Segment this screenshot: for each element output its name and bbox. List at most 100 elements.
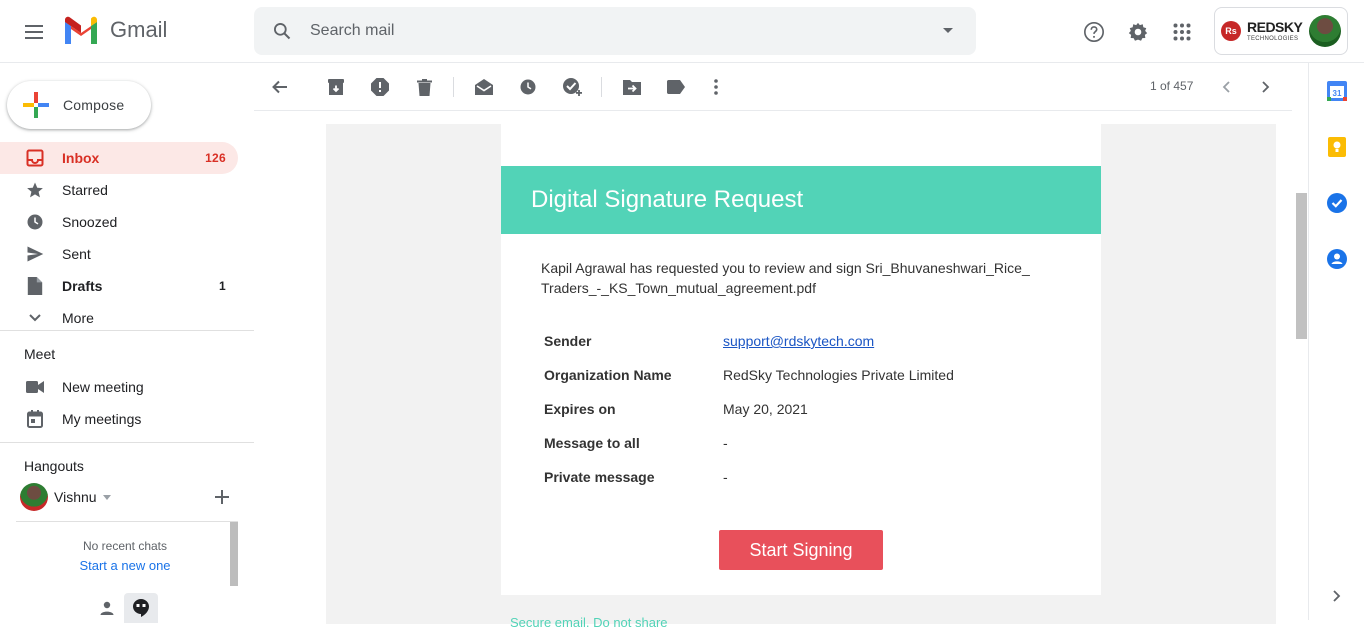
- account-switcher[interactable]: Rs REDSKY TECHNOLOGIES: [1214, 7, 1348, 55]
- sidebar-item-starred[interactable]: Starred: [0, 174, 238, 206]
- calendar-app-icon[interactable]: 31: [1327, 81, 1347, 101]
- row-label: Organization Name: [544, 367, 672, 383]
- contacts-person-icon[interactable]: [90, 593, 124, 623]
- clock-icon: [26, 213, 44, 231]
- hangouts-user-name: Vishnu: [54, 489, 97, 505]
- sidebar: Compose Inbox 126 Starred Snoozed Sent D…: [0, 63, 254, 623]
- sidebar-item-label: Drafts: [62, 278, 103, 294]
- table-row: Message to all -: [544, 426, 954, 460]
- add-to-tasks-icon[interactable]: [552, 67, 592, 107]
- gmail-logo[interactable]: Gmail: [62, 16, 167, 44]
- brand-logo-badge: Rs: [1221, 21, 1241, 41]
- gmail-m-icon: [65, 16, 97, 44]
- sidebar-item-sent[interactable]: Sent: [0, 238, 238, 270]
- brand-subtitle: TECHNOLOGIES: [1247, 36, 1299, 42]
- hangouts-chat-list: No recent chats Start a new one: [16, 521, 238, 586]
- email-intro-text: Kapil Agrawal has requested you to revie…: [541, 260, 1030, 296]
- avatar: [20, 483, 48, 511]
- side-panel: 31: [1308, 63, 1364, 620]
- older-chevron-right-icon[interactable]: [1246, 67, 1286, 107]
- sender-email-link[interactable]: support@rdskytech.com: [723, 333, 874, 349]
- avatar[interactable]: [1309, 15, 1341, 47]
- chevron-down-icon: [26, 309, 44, 327]
- expand-panel-chevron-right-icon[interactable]: [1327, 586, 1347, 606]
- contacts-app-icon[interactable]: [1327, 249, 1347, 269]
- drafts-count: 1: [219, 279, 226, 293]
- sidebar-item-label: Sent: [62, 246, 91, 262]
- caret-down-icon: [102, 494, 111, 500]
- email-banner-title: Digital Signature Request: [531, 186, 804, 213]
- new-meeting-button[interactable]: New meeting: [0, 371, 238, 403]
- main-menu-button[interactable]: [14, 12, 54, 52]
- main-scrollbar[interactable]: [1296, 193, 1307, 339]
- search-input[interactable]: [310, 22, 920, 40]
- row-value: RedSky Technologies Private Limited: [723, 367, 954, 383]
- sidebar-divider: [0, 330, 254, 331]
- email-footer-text: Secure email. Do not share: [510, 615, 668, 630]
- table-row: Expires on May 20, 2021: [544, 392, 954, 426]
- add-chat-plus-icon[interactable]: [212, 487, 232, 507]
- back-arrow-icon[interactable]: [260, 67, 300, 107]
- star-icon: [26, 181, 44, 199]
- message-toolbar: 1 of 457: [254, 63, 1292, 111]
- more-options-vertical-icon[interactable]: [696, 67, 736, 107]
- my-meetings-button[interactable]: My meetings: [0, 403, 238, 435]
- email-body: Digital Signature Request Kapil Agrawal …: [326, 124, 1276, 630]
- row-label: Sender: [544, 333, 592, 349]
- report-spam-icon[interactable]: [360, 67, 400, 107]
- hangouts-user-menu[interactable]: Vishnu: [20, 483, 111, 511]
- pagination-count: 1 of 457: [1150, 79, 1194, 93]
- request-details-table: Sender support@rdskytech.com Organizatio…: [544, 324, 954, 494]
- row-value: -: [723, 469, 728, 485]
- row-value: -: [723, 435, 728, 451]
- sidebar-item-label: More: [62, 310, 94, 326]
- new-meeting-label: New meeting: [62, 379, 144, 395]
- sidebar-item-drafts[interactable]: Drafts 1: [0, 270, 238, 302]
- label-tag-icon[interactable]: [656, 67, 696, 107]
- chat-list-scrollbar[interactable]: [230, 522, 238, 586]
- table-row: Sender support@rdskytech.com: [544, 324, 954, 358]
- sidebar-divider: [0, 442, 254, 443]
- compose-button[interactable]: Compose: [7, 81, 151, 129]
- top-bar: Gmail Rs REDSKY TECHNOLOGIES: [0, 0, 1364, 63]
- no-recent-chats-text: No recent chats: [82, 539, 168, 553]
- table-row: Organization Name RedSky Technologies Pr…: [544, 358, 954, 392]
- archive-icon[interactable]: [316, 67, 356, 107]
- row-label: Private message: [544, 469, 655, 485]
- sidebar-item-label: Inbox: [62, 150, 100, 166]
- search-bar[interactable]: [254, 7, 976, 55]
- my-meetings-label: My meetings: [62, 411, 142, 427]
- sidebar-item-inbox[interactable]: Inbox 126: [0, 142, 238, 174]
- table-row: Private message -: [544, 460, 954, 494]
- hangouts-bottom-tabs: [90, 593, 158, 623]
- svg-text:31: 31: [1333, 89, 1342, 98]
- brand-name: REDSKY: [1247, 19, 1303, 35]
- folder-nav: Inbox 126 Starred Snoozed Sent Drafts 1 …: [0, 142, 254, 334]
- snooze-clock-icon[interactable]: [508, 67, 548, 107]
- move-to-folder-icon[interactable]: [612, 67, 652, 107]
- apps-grid-icon[interactable]: [1162, 12, 1202, 52]
- help-icon[interactable]: [1074, 12, 1114, 52]
- toolbar-divider: [601, 77, 602, 97]
- start-signing-button[interactable]: Start Signing: [719, 530, 883, 570]
- keep-app-icon[interactable]: [1327, 137, 1347, 157]
- search-icon[interactable]: [254, 7, 310, 55]
- newer-chevron-left-icon[interactable]: [1206, 67, 1246, 107]
- settings-gear-icon[interactable]: [1118, 12, 1158, 52]
- draft-icon: [26, 277, 44, 295]
- row-label: Message to all: [544, 435, 640, 451]
- hangouts-chat-icon[interactable]: [124, 593, 158, 623]
- delete-trash-icon[interactable]: [404, 67, 444, 107]
- calendar-icon: [26, 410, 44, 428]
- sidebar-item-snoozed[interactable]: Snoozed: [0, 206, 238, 238]
- compose-label: Compose: [63, 97, 125, 113]
- mark-unread-envelope-icon[interactable]: [464, 67, 504, 107]
- tasks-app-icon[interactable]: [1327, 193, 1347, 213]
- search-options-icon[interactable]: [920, 7, 976, 55]
- email-card: Digital Signature Request Kapil Agrawal …: [501, 124, 1101, 595]
- email-banner: Digital Signature Request: [501, 166, 1101, 234]
- start-new-chat-link[interactable]: Start a new one: [16, 558, 234, 573]
- compose-plus-icon: [23, 92, 49, 118]
- hangouts-section-title: Hangouts: [24, 458, 84, 474]
- row-label: Expires on: [544, 401, 616, 417]
